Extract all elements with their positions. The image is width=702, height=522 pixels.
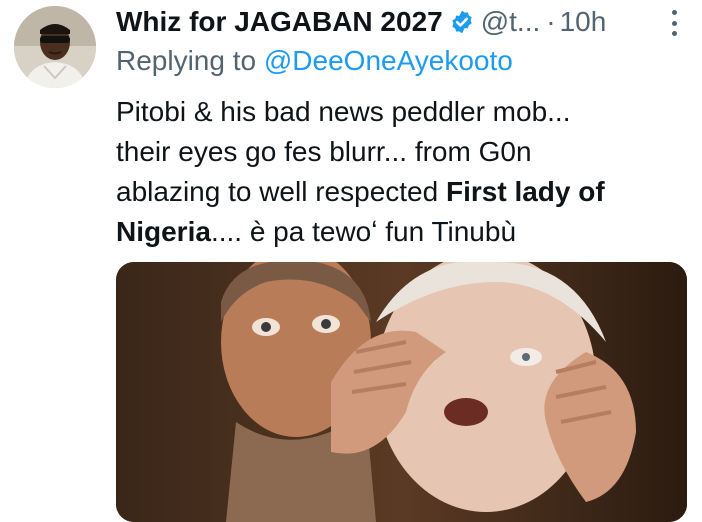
more-options-icon[interactable] [670,10,678,36]
tweet-bold-text: First lady of [445,176,605,207]
tweet-media-image[interactable] [116,262,687,522]
tweet-line: their eyes go fes blurr... from G0n [116,136,532,167]
tweet-line-text: ablazing to well respected [116,176,446,207]
verified-badge-icon [452,10,472,34]
replying-to-label: Replying to [116,45,257,76]
tweet-time[interactable]: 10h [560,6,607,38]
tweet-text: Pitobi & his bad news peddler mob... the… [116,92,686,252]
avatar[interactable] [14,6,96,88]
author-name[interactable]: Whiz for JAGABAN 2027 [116,6,443,38]
more-dot [671,10,677,15]
more-dot [671,31,677,36]
reply-mention-link[interactable]: @DeeOneAyekooto [264,45,513,76]
tweet-line: Pitobi & his bad news peddler mob... [116,96,571,127]
replying-to: Replying to @DeeOneAyekooto [116,45,513,77]
tweet-line-text: .... è pa tewoʻ fun Tinubù [210,216,517,247]
avatar-image [14,6,96,88]
more-dot [671,20,677,26]
tweet-bold-text: Nigeria [116,216,211,247]
separator-dot: · [546,6,556,37]
author-handle[interactable]: @t... [481,6,541,38]
tweet-line: Nigeria.... è pa tewoʻ fun Tinubù [116,212,686,252]
media-photo [116,262,687,522]
tweet-line: ablazing to well respected First lady of [116,172,686,212]
tweet-header: Whiz for JAGABAN 2027 @t... · 10h [116,4,672,40]
